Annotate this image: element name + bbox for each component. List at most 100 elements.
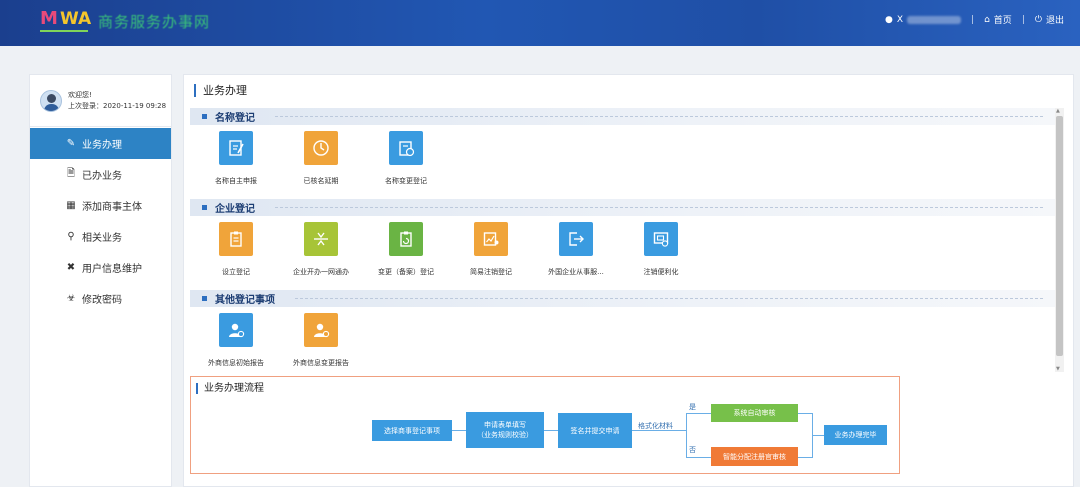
sidebar-item-related[interactable]: ⚲ 相关业务	[30, 221, 171, 252]
page-title: 业务办理	[194, 84, 247, 97]
flow-arrow	[798, 457, 812, 458]
user-initial: X	[896, 14, 904, 25]
power-icon: ⏻	[1034, 14, 1042, 25]
cancel-doc-icon	[644, 222, 678, 256]
tile-name-declare[interactable]: 名称自主申报	[196, 131, 276, 186]
sidebar-item-business[interactable]: ✎ 业务办理	[30, 128, 171, 159]
sidebar-item-completed[interactable]: 🗎 已办业务	[30, 159, 171, 190]
logout-label: 退出	[1045, 16, 1064, 26]
tile-name-change[interactable]: 名称变更登记	[366, 131, 446, 186]
top-header: M WA 商务服务办事网 ● X | ⌂ 首页 | ⏻ 退出	[0, 0, 1080, 46]
flow-branch	[686, 413, 687, 457]
sidebar: 欢迎您! 上次登录：2020-11-19 09:28 ✎ 业务办理 🗎 已办业务…	[29, 74, 172, 487]
logout-link[interactable]: ⏻ 退出	[1034, 13, 1064, 27]
flow-manual-review: 智能分配注册官审核	[711, 447, 798, 466]
flow-step-sign: 签名并提交申请	[558, 413, 632, 448]
home-icon: ⌂	[984, 14, 990, 25]
header-divider: |	[971, 14, 975, 25]
export-icon	[559, 222, 593, 256]
tile-label: 名称自主申报	[215, 177, 257, 185]
clipboard-icon	[219, 222, 253, 256]
section-title: 企业登记	[215, 204, 255, 215]
sidebar-item-user-info[interactable]: ✖ 用户信息维护	[30, 252, 171, 283]
flow-step-form: 申请表单填写 （业务规则校验）	[466, 412, 544, 448]
sidebar-item-label: 相关业务	[82, 233, 122, 244]
tile-label: 设立登记	[222, 268, 250, 276]
tile-name-extend[interactable]: 已核名延期	[281, 131, 361, 186]
user-icon: ●	[885, 14, 893, 25]
greeting: 欢迎您!	[68, 90, 92, 99]
document-done-icon: 🗎	[66, 168, 76, 179]
main-panel: 业务办理 名称登记 名称自主申报 已核名延期 名称变更登记 企业登记 设立登记 …	[183, 74, 1074, 487]
clipboard-refresh-icon	[389, 222, 423, 256]
site-title: 商务服务办事网	[98, 12, 211, 31]
flow-arrow	[686, 413, 711, 414]
scroll-down-icon[interactable]: ▼	[1056, 366, 1060, 372]
tile-label: 简易注销登记	[470, 268, 512, 276]
home-link[interactable]: ⌂ 首页	[984, 13, 1012, 27]
business-process-flow: 业务办理流程 选择商事登记事项 申请表单填写 （业务规则校验） 签名并提交申请 …	[190, 376, 900, 474]
tile-label: 已核名延期	[303, 177, 339, 185]
sidebar-item-add-entity[interactable]: ▦ 添加商事主体	[30, 190, 171, 221]
tools-icon: ✖	[66, 262, 76, 273]
avatar	[40, 89, 62, 112]
section-header-name: 名称登记	[190, 108, 1055, 125]
flow-arrow	[798, 413, 812, 414]
sidebar-item-label: 修改密码	[82, 295, 122, 306]
user-name-redacted	[907, 15, 962, 24]
flow-arrow	[686, 457, 711, 458]
flow-title: 业务办理流程	[196, 383, 264, 394]
edit-doc-icon	[219, 131, 253, 165]
tile-foreign-initial-report[interactable]: 外商信息初始报告	[196, 313, 276, 368]
tile-simple-cancel[interactable]: 简易注销登记	[451, 222, 531, 277]
vertical-scrollbar[interactable]: ▲ ▼	[1055, 108, 1064, 372]
home-label: 首页	[993, 16, 1012, 26]
logo-mark: M WA	[38, 8, 92, 34]
tile-label: 变更（备案）登记	[378, 268, 434, 276]
flow-yes-label: 是	[689, 403, 696, 411]
tile-label: 外国企业从事服...	[548, 268, 604, 276]
flow-step-form-line1: 申请表单填写	[484, 421, 526, 429]
user-profile: 欢迎您! 上次登录：2020-11-19 09:28	[30, 75, 171, 127]
user-menu[interactable]: ● X	[885, 14, 962, 25]
doc-change-icon	[389, 131, 423, 165]
tile-cancel-facilitation[interactable]: 注销便利化	[621, 222, 701, 277]
person-doc-icon	[219, 313, 253, 347]
chart-doc-icon	[474, 222, 508, 256]
section-header-enterprise: 企业登记	[190, 199, 1055, 216]
flow-no-label: 否	[689, 446, 696, 454]
tile-foreign-change-report[interactable]: 外商信息变更报告	[281, 313, 361, 368]
flow-arrow	[544, 430, 558, 431]
header-actions: ● X | ⌂ 首页 | ⏻ 退出	[885, 13, 1064, 27]
sidebar-item-label: 业务办理	[82, 140, 122, 151]
tile-establish[interactable]: 设立登记	[196, 222, 276, 277]
tile-one-stop[interactable]: 企业开办一网通办	[281, 222, 361, 277]
tile-label: 注销便利化	[643, 268, 679, 276]
last-login: 上次登录：2020-11-19 09:28	[68, 101, 167, 110]
business-sections: 名称登记 名称自主申报 已核名延期 名称变更登记 企业登记 设立登记 企业开办一…	[190, 106, 1055, 372]
flow-step-form-line2: （业务规则校验）	[477, 431, 533, 439]
tile-label: 名称变更登记	[385, 177, 427, 185]
sidebar-item-label: 已办业务	[82, 171, 122, 182]
scrollbar-thumb[interactable]	[1056, 116, 1063, 356]
flow-arrow	[452, 430, 466, 431]
scroll-up-icon[interactable]: ▲	[1056, 108, 1060, 114]
header-divider-2: |	[1021, 14, 1025, 25]
flow-step-done: 业务办理完毕	[824, 425, 887, 445]
sidebar-item-label: 用户信息维护	[82, 264, 142, 275]
person-change-icon	[304, 313, 338, 347]
flow-step-select: 选择商事登记事项	[372, 420, 452, 441]
tile-change-filing[interactable]: 变更（备案）登记	[366, 222, 446, 277]
tile-label: 外商信息初始报告	[208, 359, 264, 367]
flow-formatted-label: 格式化材料	[638, 422, 673, 430]
clock-icon	[304, 131, 338, 165]
lock-icon: ☣	[66, 293, 76, 304]
building-icon: ▦	[66, 200, 76, 211]
site-logo[interactable]: M WA 商务服务办事网	[38, 8, 210, 34]
section-header-other: 其他登记事项	[190, 290, 1055, 307]
section-title: 其他登记事项	[215, 295, 275, 306]
search-doc-icon: ⚲	[67, 231, 75, 242]
tile-foreign-enterprise[interactable]: 外国企业从事服...	[536, 222, 616, 277]
sidebar-item-password[interactable]: ☣ 修改密码	[30, 283, 171, 314]
sidebar-nav: ✎ 业务办理 🗎 已办业务 ▦ 添加商事主体 ⚲ 相关业务 ✖ 用户信息维护 ☣…	[30, 128, 171, 314]
